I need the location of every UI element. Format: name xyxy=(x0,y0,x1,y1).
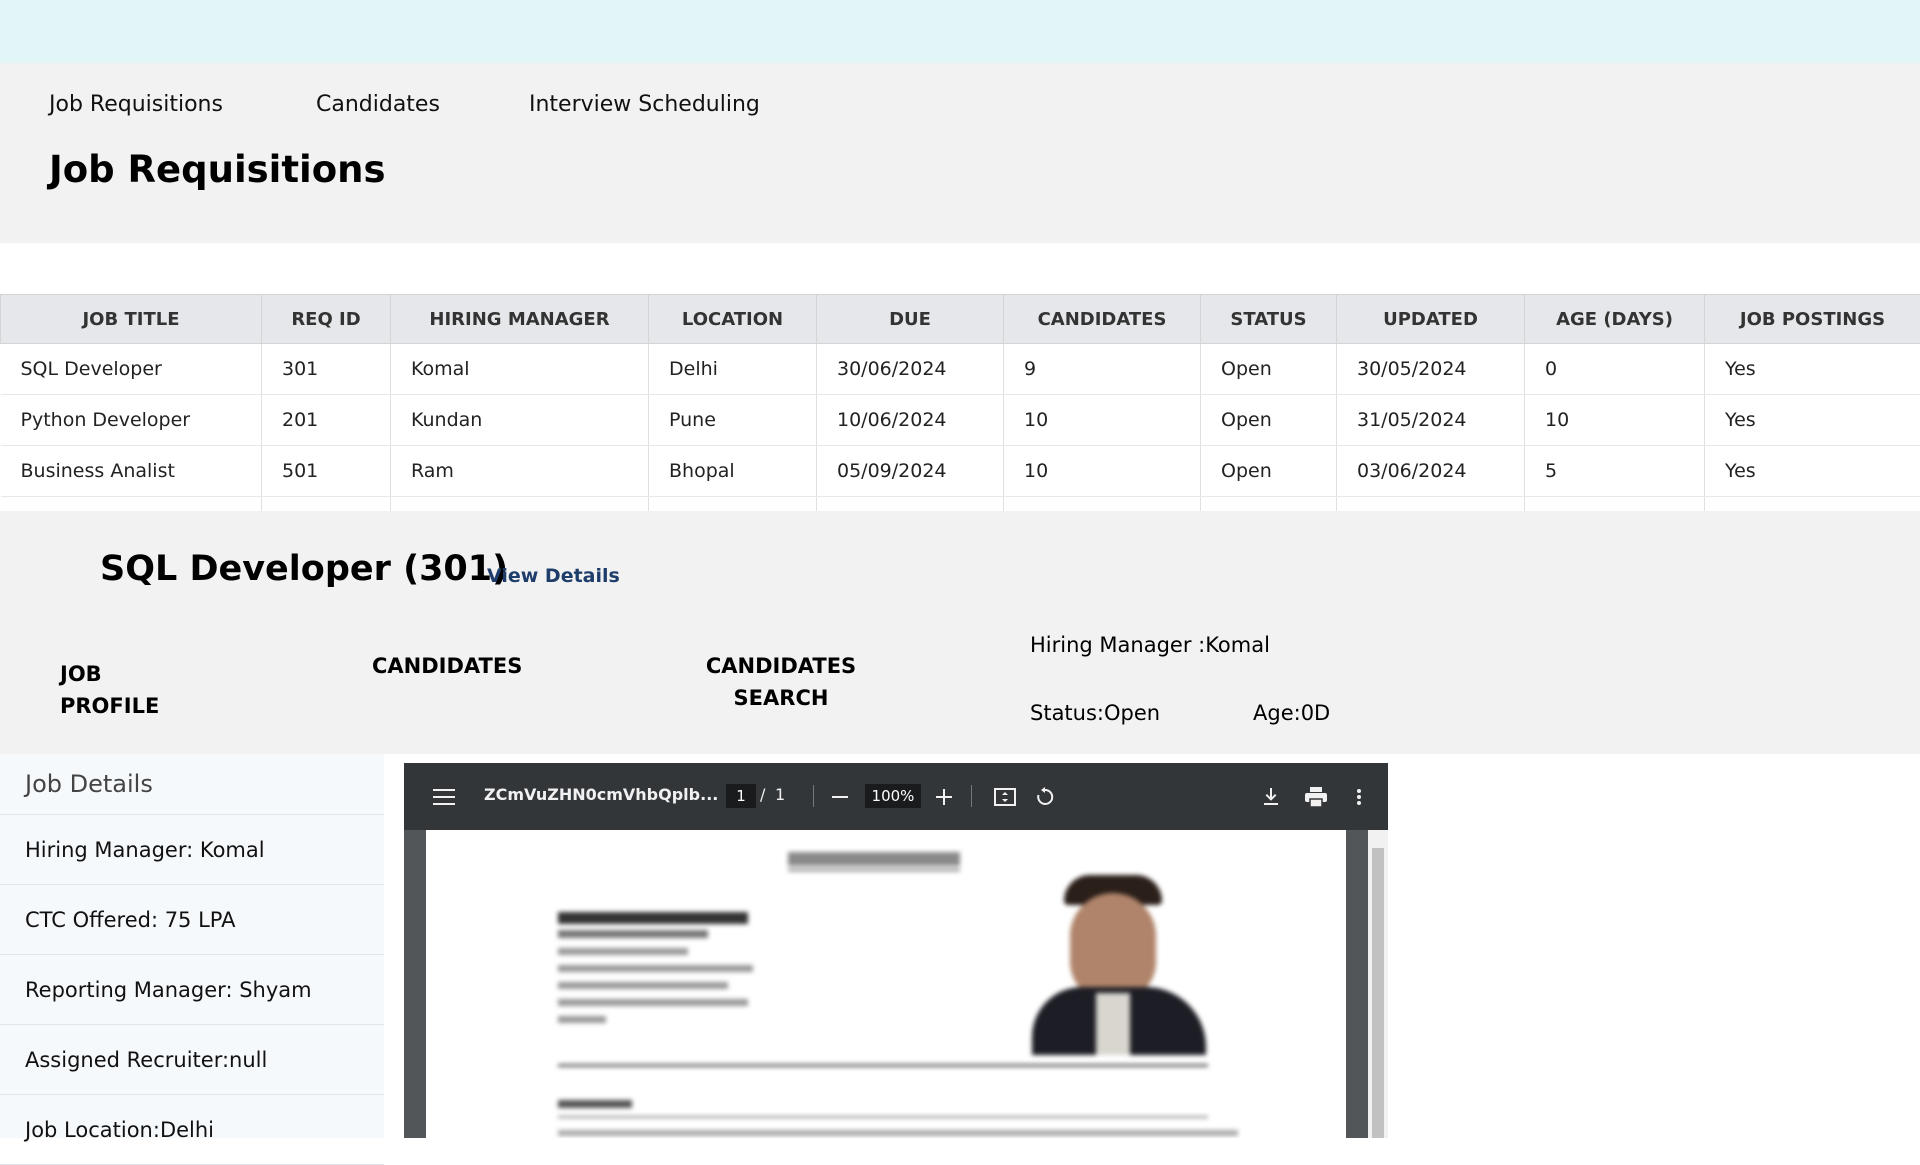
pdf-viewer: ZCmVuZHN0cmVhbQplb... 1 / 1 100% xyxy=(404,763,1388,1138)
page-total: 1 xyxy=(775,785,785,804)
more-options-icon[interactable] xyxy=(1345,783,1373,811)
table-cell: 301 xyxy=(262,344,391,395)
job-details-panel: Job Details Hiring Manager: Komal CTC Of… xyxy=(0,754,384,1138)
table-cell: 03/06/2024 xyxy=(1337,446,1525,497)
table-cell: Open xyxy=(1201,344,1337,395)
age-info: Age:0D xyxy=(1253,701,1330,725)
toolbar-divider xyxy=(971,785,972,807)
table-cell: Komal xyxy=(391,344,649,395)
column-header[interactable]: LOCATION xyxy=(649,295,817,344)
menu-icon[interactable] xyxy=(430,783,458,811)
table-cell: 31/05/2024 xyxy=(1337,395,1525,446)
table-cell: Business Analist xyxy=(1,446,262,497)
table-cell: 30/05/2024 xyxy=(1337,344,1525,395)
detail-job-location: Job Location:Delhi xyxy=(0,1095,384,1165)
table-cell: Yes xyxy=(1705,344,1920,395)
zoom-level[interactable]: 100% xyxy=(865,784,921,808)
table-cell: 5 xyxy=(1525,446,1705,497)
table-cell: 10 xyxy=(1004,446,1201,497)
table-cell: 0 xyxy=(1525,344,1705,395)
hiring-manager-info: Hiring Manager :Komal xyxy=(1030,633,1270,657)
table-cell: 501 xyxy=(262,446,391,497)
table-cell: Yes xyxy=(1705,446,1920,497)
zoom-in-icon[interactable] xyxy=(930,783,958,811)
rotate-icon[interactable] xyxy=(1031,783,1059,811)
table-row[interactable]: Business Analist 501 Ram Bhopal 05/09/20… xyxy=(1,446,1920,497)
table-cell: 30/06/2024 xyxy=(817,344,1004,395)
table-cell: SQL Developer xyxy=(1,344,262,395)
column-header[interactable]: CANDIDATES xyxy=(1004,295,1201,344)
detail-hiring-manager: Hiring Manager: Komal xyxy=(0,815,384,885)
requisition-detail-area xyxy=(0,511,1920,754)
candidate-photo xyxy=(1032,875,1206,1055)
pdf-scroll-thumb[interactable] xyxy=(1372,848,1384,1138)
fit-page-icon[interactable] xyxy=(991,783,1019,811)
table-header-row: JOB TITLE REQ ID HIRING MANAGER LOCATION… xyxy=(1,295,1920,344)
pdf-scrollbar[interactable] xyxy=(1368,830,1388,1138)
table-cell: 10 xyxy=(1004,395,1201,446)
zoom-out-icon[interactable] xyxy=(826,783,854,811)
table-cell: Yes xyxy=(1705,395,1920,446)
requisition-title: SQL Developer (301) xyxy=(100,549,508,589)
pdf-toolbar: ZCmVuZHN0cmVhbQplb... 1 / 1 100% xyxy=(404,763,1388,830)
table-cell: Python Developer xyxy=(1,395,262,446)
pdf-filename: ZCmVuZHN0cmVhbQplb... xyxy=(484,785,718,804)
nav-interview-scheduling[interactable]: Interview Scheduling xyxy=(529,92,760,117)
table-cell: 10 xyxy=(1525,395,1705,446)
table-cell: 201 xyxy=(262,395,391,446)
page-title: Job Requisitions xyxy=(49,148,386,191)
column-header[interactable]: REQ ID xyxy=(262,295,391,344)
nav-job-requisitions[interactable]: Job Requisitions xyxy=(49,92,223,117)
table-row[interactable]: Python Developer 201 Kundan Pune 10/06/2… xyxy=(1,395,1920,446)
column-header[interactable]: AGE (DAYS) xyxy=(1525,295,1705,344)
status-info: Status:Open xyxy=(1030,701,1160,725)
column-header[interactable]: JOB POSTINGS xyxy=(1705,295,1920,344)
column-header[interactable]: STATUS xyxy=(1201,295,1337,344)
table-cell: Kundan xyxy=(391,395,649,446)
nav-candidates[interactable]: Candidates xyxy=(316,92,440,117)
page-number-input[interactable]: 1 xyxy=(726,784,756,808)
pdf-page xyxy=(426,830,1346,1138)
tab-candidates[interactable]: CANDIDATES xyxy=(372,650,522,682)
download-icon[interactable] xyxy=(1257,783,1285,811)
tab-candidates-search[interactable]: CANDIDATES SEARCH xyxy=(701,650,861,714)
detail-reporting-manager: Reporting Manager: Shyam xyxy=(0,955,384,1025)
table-cell: 10/06/2024 xyxy=(817,395,1004,446)
table-cell: Open xyxy=(1201,446,1337,497)
print-icon[interactable] xyxy=(1302,783,1330,811)
table-cell: Open xyxy=(1201,395,1337,446)
top-banner xyxy=(0,0,1920,63)
column-header[interactable]: DUE xyxy=(817,295,1004,344)
view-details-link[interactable]: View Details xyxy=(487,565,620,587)
column-header[interactable]: JOB TITLE xyxy=(1,295,262,344)
table-cell: Bhopal xyxy=(649,446,817,497)
detail-ctc-offered: CTC Offered: 75 LPA xyxy=(0,885,384,955)
job-requisitions-table: JOB TITLE REQ ID HIRING MANAGER LOCATION… xyxy=(0,294,1920,514)
table-cell: Pune xyxy=(649,395,817,446)
column-header[interactable]: HIRING MANAGER xyxy=(391,295,649,344)
toolbar-divider xyxy=(813,785,814,807)
table-row[interactable]: SQL Developer 301 Komal Delhi 30/06/2024… xyxy=(1,344,1920,395)
tab-job-profile[interactable]: JOB PROFILE xyxy=(60,658,160,722)
column-header[interactable]: UPDATED xyxy=(1337,295,1525,344)
table-cell: 9 xyxy=(1004,344,1201,395)
job-details-heading: Job Details xyxy=(0,754,384,815)
page-separator: / xyxy=(760,785,765,804)
table-cell: 05/09/2024 xyxy=(817,446,1004,497)
table-cell: Delhi xyxy=(649,344,817,395)
table-cell: Ram xyxy=(391,446,649,497)
detail-assigned-recruiter: Assigned Recruiter:null xyxy=(0,1025,384,1095)
